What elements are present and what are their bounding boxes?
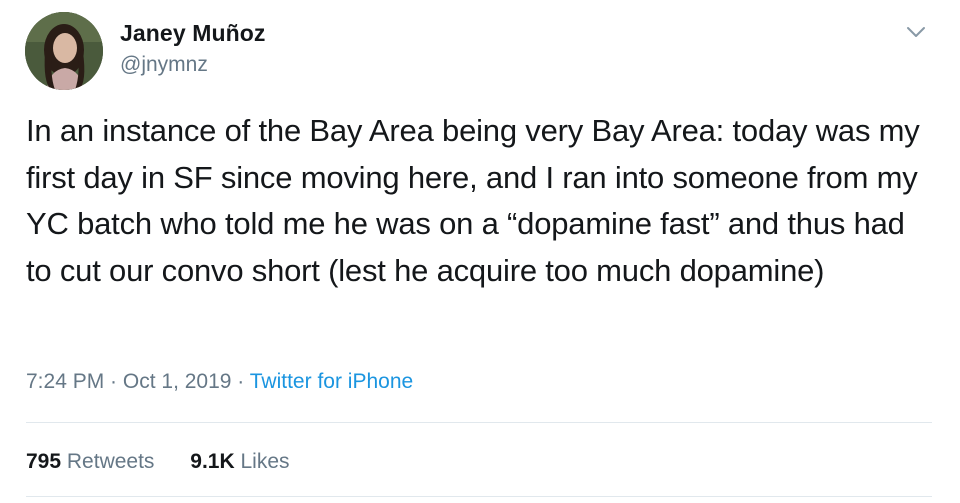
tweet-stats: 795 Retweets 9.1K Likes [26, 450, 320, 474]
likes-stat[interactable]: 9.1K Likes [190, 450, 289, 474]
tweet-date[interactable]: Oct 1, 2019 [123, 370, 232, 393]
tweet-meta: 7:24 PM · Oct 1, 2019 · Twitter for iPho… [26, 370, 413, 394]
author-name[interactable]: Janey Muñoz [120, 20, 266, 47]
retweets-label: Retweets [66, 450, 155, 473]
retweets-stat[interactable]: 795 Retweets [26, 450, 154, 474]
likes-count: 9.1K [190, 450, 235, 473]
profile-photo-icon [25, 12, 103, 90]
tweet-text: In an instance of the Bay Area being ver… [26, 113, 929, 288]
chevron-down-icon[interactable] [904, 22, 928, 42]
tweet-card: Janey Muñoz @jnymnz In an instance of th… [0, 0, 960, 503]
tweet-time[interactable]: 7:24 PM [26, 370, 104, 393]
meta-separator: · [104, 370, 123, 393]
tweet-source-link[interactable]: Twitter for iPhone [250, 370, 413, 393]
author-avatar[interactable] [25, 12, 103, 90]
author-handle[interactable]: @jnymnz [120, 53, 208, 77]
likes-label: Likes [240, 450, 290, 473]
divider [26, 422, 932, 423]
retweets-count: 795 [26, 450, 62, 473]
meta-separator: · [231, 370, 250, 393]
divider [26, 496, 932, 497]
